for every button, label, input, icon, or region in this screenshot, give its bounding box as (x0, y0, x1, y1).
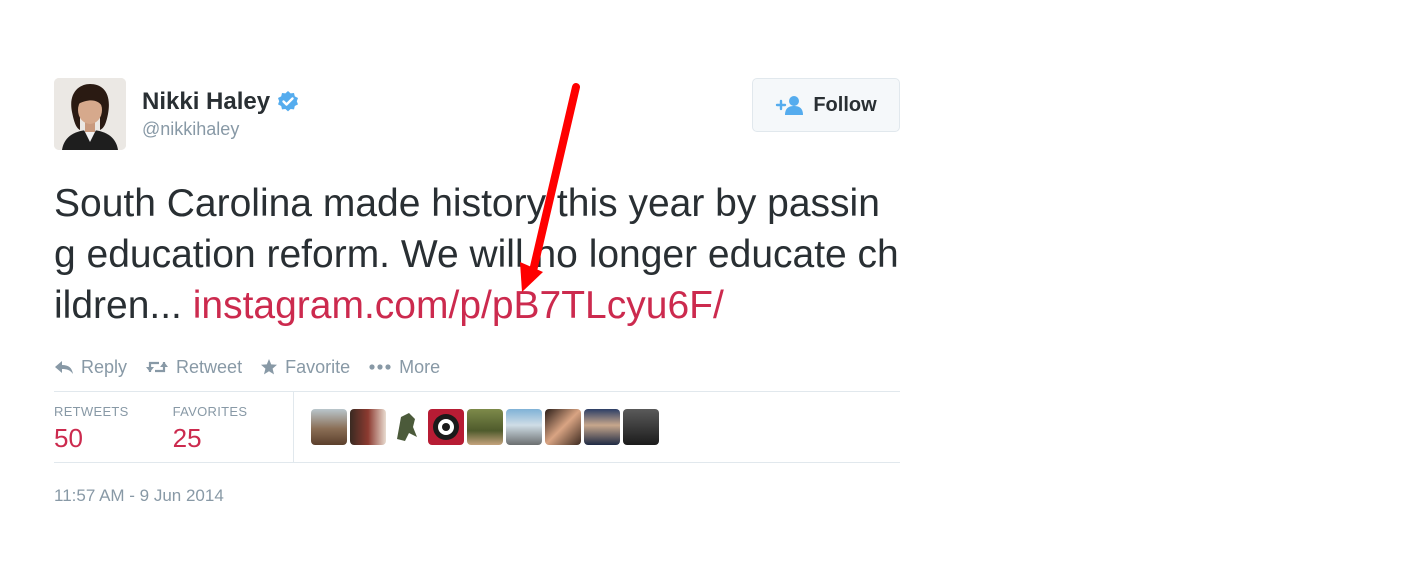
user-info: Nikki Haley @nikkihaley (142, 88, 300, 140)
tweet-link[interactable]: instagram.com/p/pB7TLcyu6F/ (193, 284, 724, 327)
more-dots-icon (369, 364, 391, 370)
follow-button-label: Follow (813, 93, 877, 116)
add-user-icon (776, 96, 804, 115)
tweet-text: South Carolina made history this year by… (54, 178, 900, 331)
reply-label: Reply (81, 356, 128, 377)
more-label: More (399, 356, 441, 377)
tweet-card: Nikki Haley @nikkihaley Follow South Car… (54, 78, 900, 506)
favoriter-avatar[interactable] (389, 409, 426, 445)
follow-button[interactable]: Follow (752, 78, 900, 132)
favorite-action[interactable]: Favorite (260, 357, 350, 378)
star-icon (261, 359, 278, 375)
favoriter-avatar[interactable] (467, 409, 504, 445)
tweet-timestamp[interactable]: 11:57 AM - 9 Jun 2014 (54, 486, 900, 506)
avatar-photo-icon (54, 78, 126, 150)
favoriter-avatar[interactable] (428, 409, 465, 445)
favorites-stat[interactable]: FAVORITES 25 (173, 392, 248, 462)
favoriter-avatars (294, 392, 662, 462)
retweets-count: 50 (54, 423, 83, 453)
reply-icon (55, 361, 73, 374)
more-action[interactable]: More (368, 357, 440, 378)
favoriter-avatar[interactable] (545, 409, 582, 445)
retweet-icon (146, 361, 169, 373)
favoriter-avatar[interactable] (506, 409, 543, 445)
favorites-label: FAVORITES (172, 404, 248, 419)
favoriter-avatar[interactable] (311, 409, 348, 445)
tweet-actions: Reply Retweet Favorite More (54, 351, 900, 383)
retweets-label: RETWEETS (54, 404, 129, 419)
verified-badge-icon (276, 90, 300, 114)
favorites-count: 25 (172, 423, 202, 453)
retweet-action[interactable]: Retweet (145, 357, 242, 378)
favorite-label: Favorite (285, 356, 351, 377)
tweet-header: Nikki Haley @nikkihaley Follow (54, 78, 900, 154)
favoriter-avatar[interactable] (584, 409, 621, 445)
reply-action[interactable]: Reply (54, 357, 127, 378)
name-row: Nikki Haley (142, 88, 300, 116)
avatar[interactable] (54, 78, 126, 150)
tweet-stats: RETWEETS 50 FAVORITES 25 (54, 391, 900, 463)
retweet-label: Retweet (176, 356, 243, 377)
retweets-stat[interactable]: RETWEETS 50 (54, 392, 129, 462)
favoriter-avatar[interactable] (350, 409, 387, 445)
user-handle[interactable]: @nikkihaley (142, 119, 300, 140)
user-fullname[interactable]: Nikki Haley (142, 88, 270, 116)
favoriter-avatar[interactable] (623, 409, 660, 445)
